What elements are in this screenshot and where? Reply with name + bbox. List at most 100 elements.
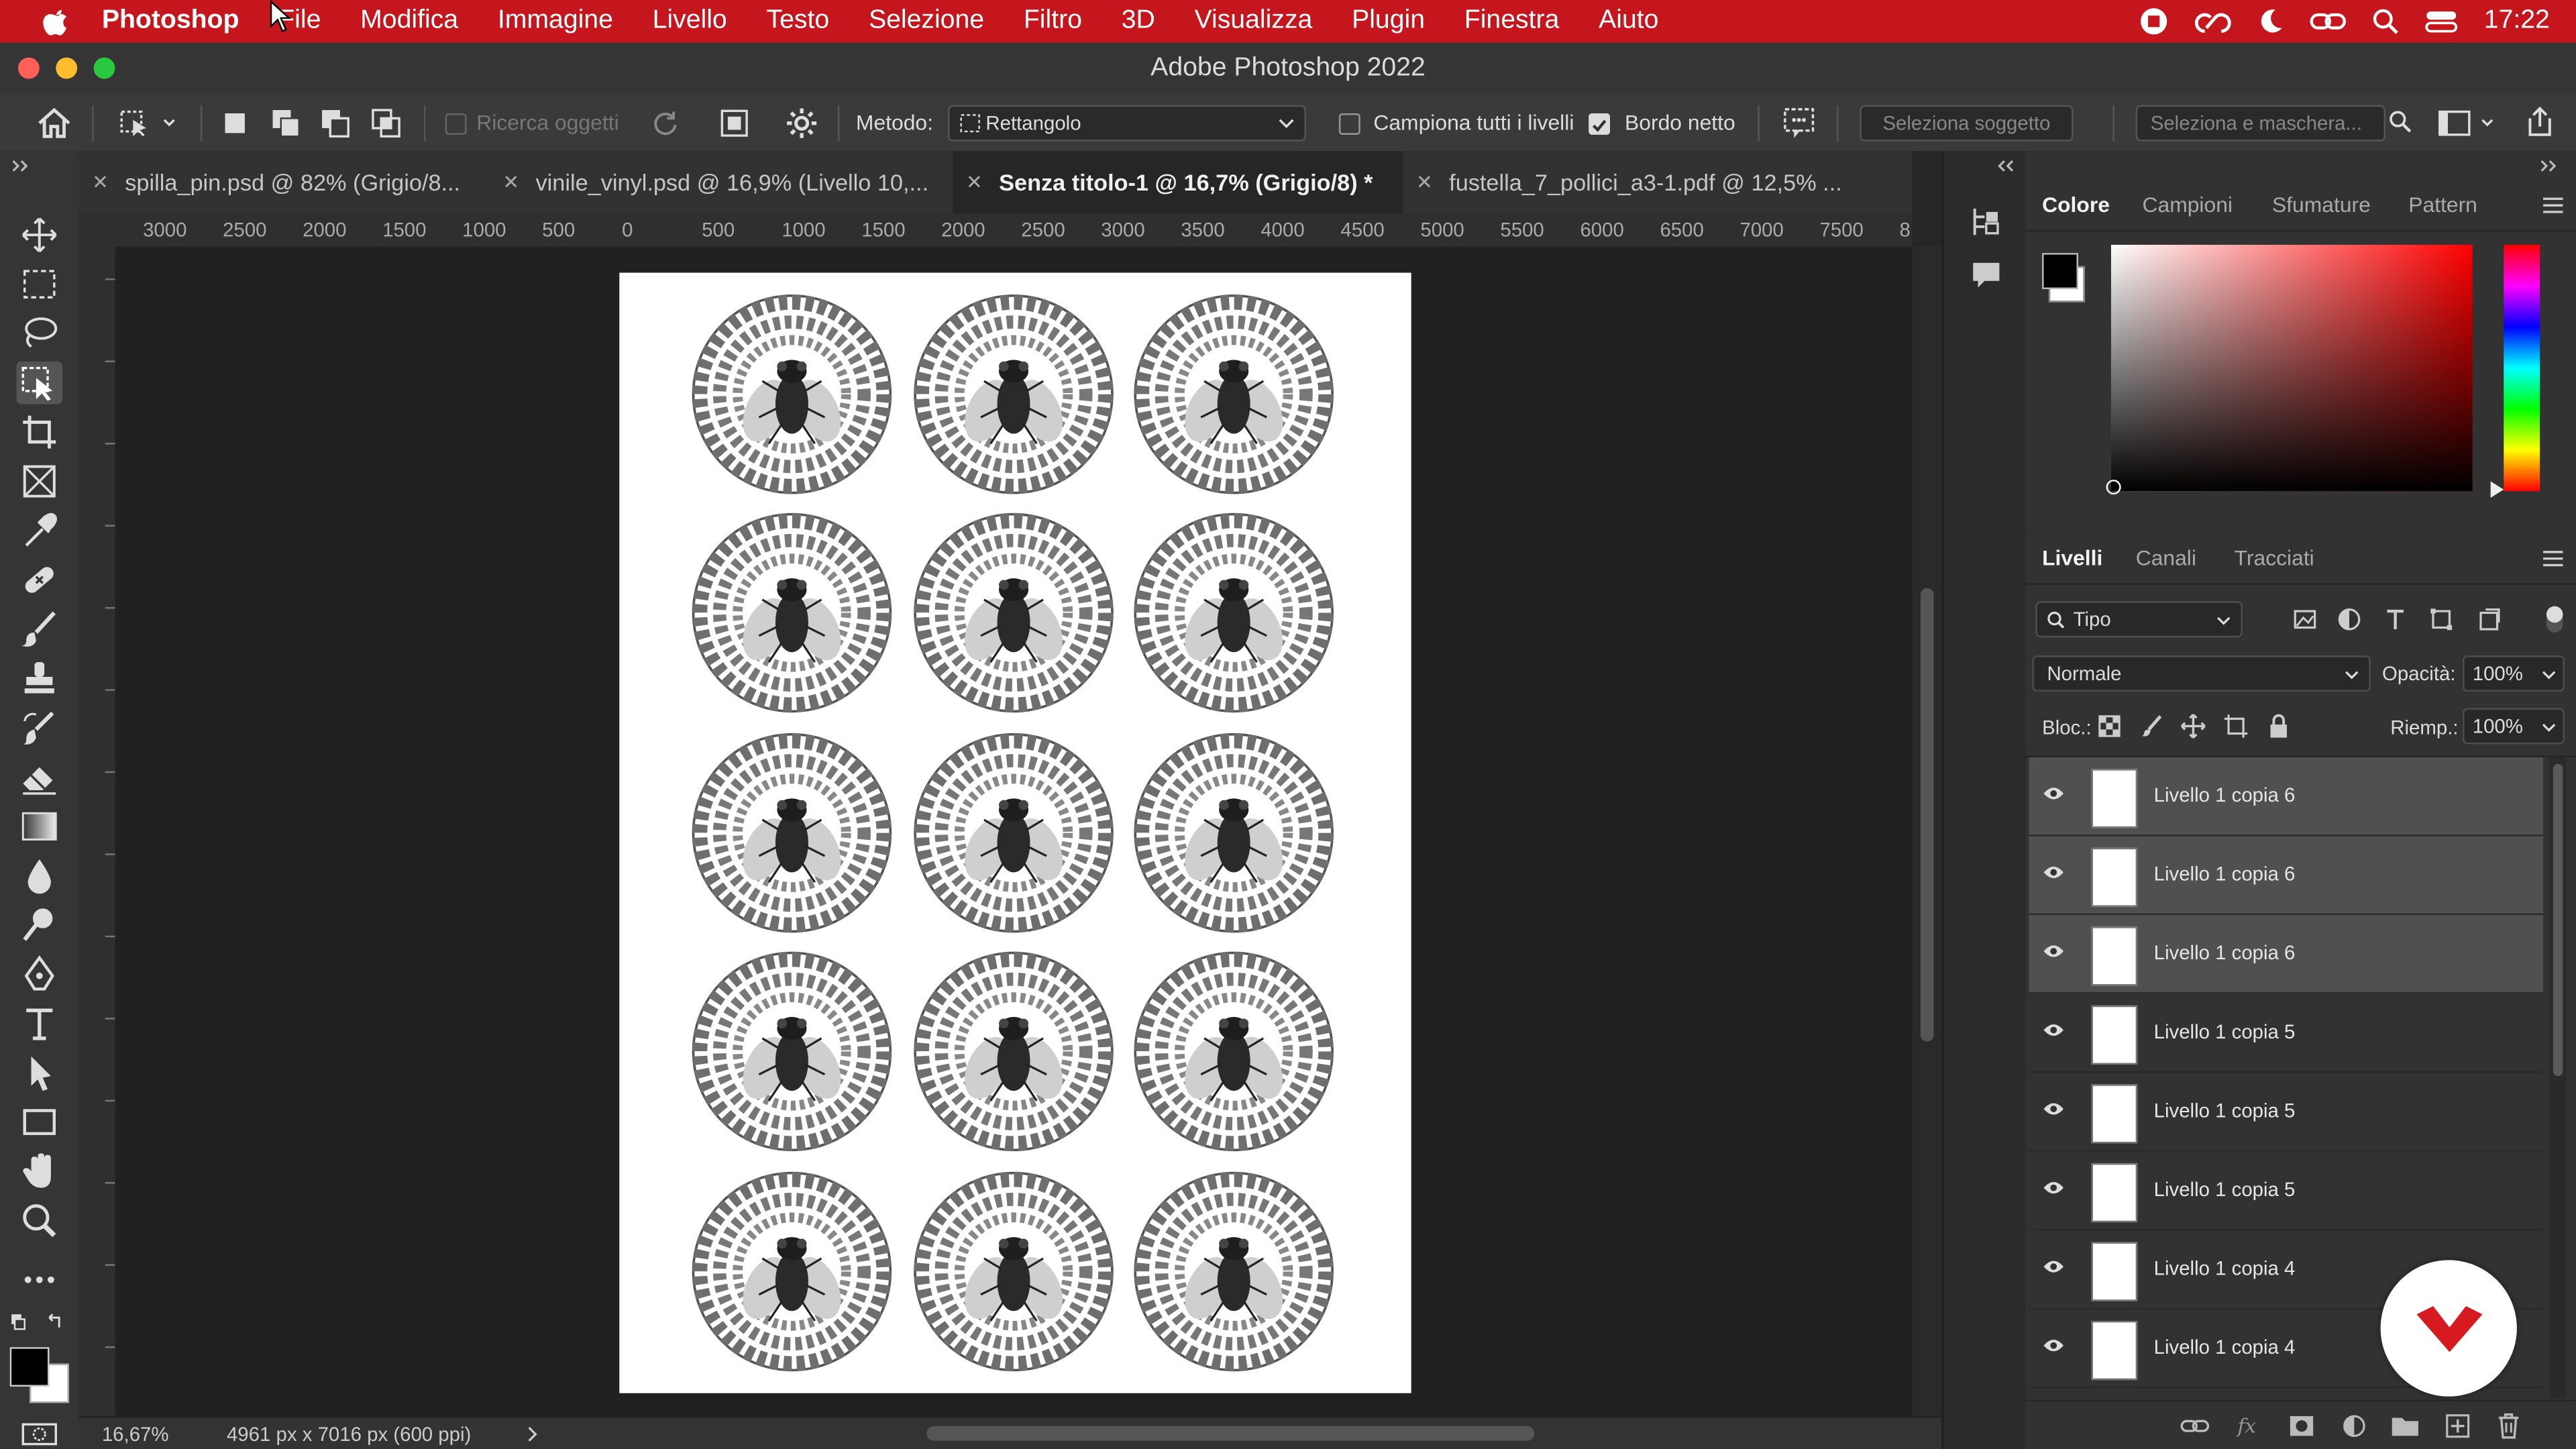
menu-plugin[interactable]: Plugin [1352,7,1425,36]
new-selection-icon[interactable] [223,112,246,135]
layer-name[interactable]: Livello 1 copia 5 [2154,1178,2296,1201]
subtract-from-selection-icon[interactable] [321,109,350,138]
tab-pattern[interactable]: Pattern [2408,193,2477,217]
document-canvas[interactable] [619,272,1411,1393]
collapse-dock-icon[interactable] [1996,158,2016,174]
menu-immagine[interactable]: Immagine [498,7,613,36]
close-tab-icon[interactable]: ✕ [92,171,109,194]
eye-icon[interactable] [2042,786,2065,802]
eye-icon[interactable] [2042,1101,2065,1117]
zoom-tool-icon[interactable] [16,1199,62,1242]
color-picker-handle[interactable] [2106,480,2121,495]
menu-selezione[interactable]: Selezione [869,7,984,36]
hand-tool-icon[interactable] [16,1150,62,1193]
clone-stamp-tool-icon[interactable] [16,657,62,700]
chevron-right-icon[interactable] [526,1426,539,1442]
pen-tool-icon[interactable] [16,953,62,996]
eye-icon[interactable] [2042,1022,2065,1038]
hue-slider[interactable] [2504,244,2540,492]
layer-row[interactable]: Livello 1 copia 6 [2029,757,2544,837]
quick-mask-icon[interactable] [19,1423,59,1446]
filter-toggle[interactable] [2546,606,2563,633]
new-group-icon[interactable] [2390,1413,2420,1439]
apple-icon[interactable] [40,5,72,38]
filter-adjustment-layer-icon[interactable] [2336,606,2362,633]
brush-tool-icon[interactable] [16,608,62,651]
eye-icon[interactable] [2042,943,2065,959]
lock-position-icon[interactable] [2180,713,2206,739]
menu-finestra[interactable]: Finestra [1464,7,1560,36]
object-selection-preset-icon[interactable] [118,109,177,138]
layers-panel-menu-icon[interactable] [2542,549,2565,568]
new-layer-icon[interactable] [2445,1413,2471,1439]
marquee-tool-icon[interactable] [16,263,62,306]
eyedropper-tool-icon[interactable] [16,509,62,552]
add-to-selection-icon[interactable] [271,109,301,138]
close-tab-icon[interactable]: ✕ [502,171,519,194]
foreground-color-swatch[interactable] [9,1347,50,1387]
history-panel-icon[interactable] [1968,204,2004,240]
healing-brush-tool-icon[interactable] [16,559,62,602]
rectangle-tool-icon[interactable] [16,1101,62,1144]
spotlight-search-icon[interactable] [2372,8,2398,34]
layer-row[interactable]: Livello 1 copia 5 [2029,994,2544,1073]
tab-tracciati[interactable]: Tracciati [2235,545,2314,570]
layer-name[interactable]: Livello 1 copia 5 [2154,1020,2296,1043]
tab-colore[interactable]: Colore [2042,193,2110,217]
gradient-tool-icon[interactable] [16,805,62,848]
layer-row[interactable]: Livello 1 copia 5 [2029,1073,2544,1152]
opacity-field[interactable]: 100% [2463,655,2565,692]
foreground-color-chip[interactable] [2042,253,2078,290]
tab-spilla-pin[interactable]: ✕ spilla_pin.psd @ 82% (Grigio/8... [79,151,490,213]
hard-edge-checkbox[interactable] [1589,113,1611,135]
path-selection-tool-icon[interactable] [16,1051,62,1094]
menu-testo[interactable]: Testo [766,7,829,36]
eye-icon[interactable] [2042,864,2065,880]
layer-row[interactable]: Livello 1 copia 6 [2029,915,2544,994]
expand-panels-icon[interactable] [2538,158,2558,174]
fill-field[interactable]: 100% [2463,708,2565,745]
blur-tool-icon[interactable] [16,854,62,897]
collapse-toolbar-icon[interactable] [10,158,33,174]
layer-row[interactable]: Livello 1 copia 5 [2029,1152,2544,1231]
filter-type-layer-icon[interactable] [2382,606,2408,633]
select-and-mask-button[interactable]: Seleziona e maschera... [2135,105,2385,142]
layer-name[interactable]: Livello 1 copia 6 [2154,863,2296,885]
eye-icon[interactable] [2042,1337,2065,1353]
menu-aiuto[interactable]: Aiuto [1599,7,1658,36]
add-mask-icon[interactable] [2288,1415,2314,1438]
search-icon[interactable] [2389,110,2412,133]
more-tools-icon[interactable] [16,1258,62,1301]
eye-icon[interactable] [2042,1258,2065,1275]
lock-transparency-icon[interactable] [2098,714,2121,737]
sample-all-layers-checkbox[interactable] [1338,113,1360,135]
creative-cloud-icon[interactable] [2194,7,2231,36]
layers-scrollbar[interactable] [2549,757,2567,1399]
menu-modifica[interactable]: Modifica [360,7,458,36]
frame-tool-icon[interactable] [16,460,62,503]
tab-campioni[interactable]: Campioni [2142,193,2233,217]
menu-livello[interactable]: Livello [653,7,727,36]
hue-slider-thumb-icon[interactable] [2489,480,2505,499]
menu-filtro[interactable]: Filtro [1024,7,1082,36]
fx-icon[interactable]: fx [2236,1413,2262,1439]
eraser-tool-icon[interactable] [16,756,62,799]
intersect-selection-icon[interactable] [371,109,400,138]
swap-colors-icon[interactable] [10,1311,69,1334]
menu-visualizza[interactable]: Visualizza [1195,7,1313,36]
layer-name[interactable]: Livello 1 copia 6 [2154,784,2296,806]
tab-sfumature[interactable]: Sfumature [2272,193,2371,217]
comments-panel-icon[interactable] [1968,256,2004,292]
filter-pixel-layer-icon[interactable] [2292,606,2318,633]
refresh-icon[interactable] [651,109,680,138]
show-all-objects-icon[interactable] [720,109,749,138]
tab-fustella[interactable]: ✕ fustella_7_pollici_a3-1.pdf @ 12,5% ... [1403,151,1879,213]
vertical-scroll-thumb[interactable] [1920,588,1934,1042]
search-objects-checkbox[interactable] [445,113,467,135]
history-brush-tool-icon[interactable] [16,706,62,749]
object-selection-tool-icon[interactable] [16,361,63,405]
home-icon[interactable] [36,107,72,140]
close-tab-icon[interactable]: ✕ [966,171,983,194]
dodge-tool-icon[interactable] [16,904,62,947]
crop-tool-icon[interactable] [16,411,62,453]
